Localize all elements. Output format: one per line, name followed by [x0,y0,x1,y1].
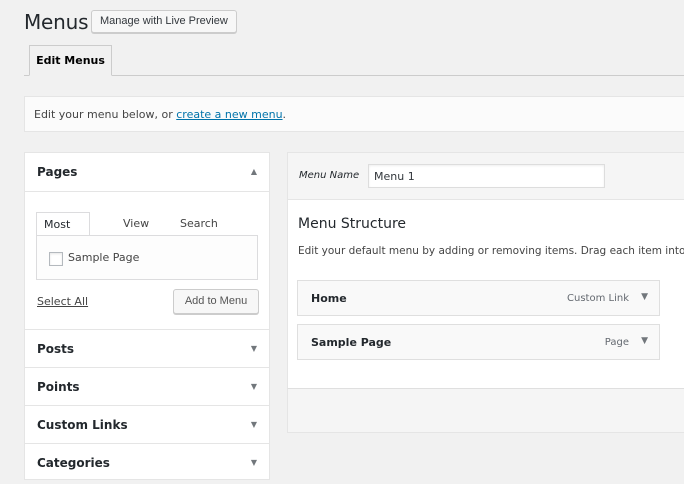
collapse-arrow-icon: ▲ [250,167,257,176]
menu-item-type: Custom Link [567,293,629,304]
menu-name-input[interactable] [368,164,605,188]
manage-text-end: . [282,108,287,121]
add-to-menu-button[interactable]: Add to Menu [173,289,259,314]
accordion-header-pages[interactable]: Pages ▲ [25,153,269,191]
accordion-label: Custom Links [37,418,128,432]
tab-divider [24,75,684,76]
expand-arrow-icon: ▼ [250,382,257,391]
select-all-link[interactable]: Select All [37,295,88,308]
page-title: Menus [24,10,89,34]
create-new-menu-link[interactable]: create a new menu [176,108,282,121]
menu-item-sample-page[interactable]: Sample Page Page ▼ [297,324,660,360]
menu-item-type: Page [604,337,629,348]
manage-live-preview-button[interactable]: Manage with Live Preview [91,10,237,33]
accordion-header-posts[interactable]: Posts ▼ [25,330,269,368]
menu-structure-panel: Menu Structure Edit your default menu by… [287,199,684,389]
accordion-header-custom-links[interactable]: Custom Links ▼ [25,406,269,444]
menu-item-home[interactable]: Home Custom Link ▼ [297,280,660,316]
menu-item-title: Home [311,292,347,305]
menu-name-label: Menu Name [299,170,360,181]
accordion-header-categories[interactable]: Categories ▼ [25,444,269,482]
menus-page: Menus Manage with Live Preview Edit Menu… [0,0,684,484]
expand-arrow-icon[interactable]: ▼ [641,336,648,346]
menu-item-title: Sample Page [311,336,392,349]
tab-edit-menus[interactable]: Edit Menus [29,45,112,76]
tab-search[interactable]: Search [180,212,218,236]
accordion-label: Points [37,380,80,394]
accordion-label: Categories [37,456,110,470]
menu-structure-title: Menu Structure [298,216,407,232]
add-menu-items-accordion: Pages ▲ Most Recent View All Search Samp… [24,152,270,480]
pages-tab-panel: Sample Page [36,235,258,280]
expand-arrow-icon: ▼ [250,344,257,353]
tab-most-recent[interactable]: Most Recent [36,212,91,255]
accordion-header-points[interactable]: Points ▼ [25,368,269,406]
accordion-label: Posts [37,342,75,356]
tab-view-all[interactable]: View All [123,212,149,254]
menu-structure-description: Edit your default menu by adding or remo… [298,245,684,257]
menu-header: Menu Name [287,152,684,200]
sample-page-label[interactable]: Sample Page [68,251,139,264]
expand-arrow-icon[interactable]: ▼ [641,292,648,302]
sample-page-checkbox[interactable] [49,252,63,266]
menu-footer [287,388,684,433]
accordion-label: Pages [37,165,78,179]
expand-arrow-icon: ▼ [250,420,257,429]
manage-text: Edit your menu below, or [34,108,177,121]
divider [25,191,269,192]
expand-arrow-icon: ▼ [250,458,257,467]
manage-menus-notice: Edit your menu below, or create a new me… [24,96,684,132]
